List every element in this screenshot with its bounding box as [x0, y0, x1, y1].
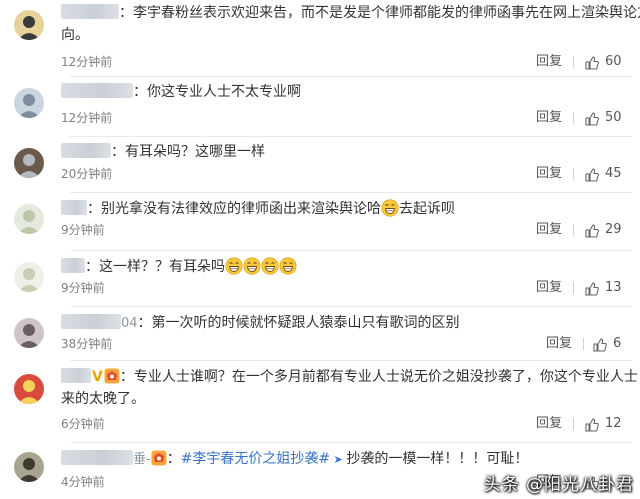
comment-divider [70, 306, 632, 307]
comment-text: 第一次听的时候就怀疑跟人猿泰山只有歌词的区别 [151, 315, 460, 331]
username-suffix[interactable]: 垂- [133, 452, 151, 467]
comment-text: 这一样？？有耳朵吗 [99, 259, 225, 275]
super-topic-badge-icon [151, 450, 167, 467]
action-divider [573, 282, 574, 294]
comment-text-tail: 去起诉呗 [399, 201, 455, 217]
thumbs-up-icon[interactable] [593, 337, 607, 352]
avatar[interactable] [14, 88, 44, 118]
like-count: 6 [613, 336, 622, 351]
username-link[interactable] [61, 83, 133, 98]
timestamp: 9分钟前 [61, 223, 105, 237]
comment-divider [70, 192, 632, 193]
avatar[interactable] [14, 262, 44, 292]
username-link[interactable] [61, 258, 85, 273]
super-topic-badge-icon: V [91, 368, 120, 385]
timestamp: 4分钟前 [61, 475, 105, 489]
action-divider [573, 112, 574, 124]
reply-button[interactable]: 回复 [536, 110, 562, 126]
username-link[interactable] [61, 143, 111, 158]
comment-text: 你这专业人士不太专业啊 [147, 84, 301, 100]
comment-line: ：你这专业人士不太专业啊 [61, 81, 620, 103]
grin-emoji-icon [381, 199, 399, 217]
comment-divider [70, 250, 632, 251]
comment-list: ：李宇春粉丝表示欢迎来告，而不是发是个律师都能发的律师函事先在网上渲染舆论方向。… [0, 0, 640, 499]
comment-line: ：有耳朵吗？这哪里一样 [61, 141, 620, 163]
reply-button[interactable]: 回复 [536, 280, 562, 296]
comment-text-continued: 向。 [61, 27, 89, 43]
username-link[interactable] [61, 314, 121, 329]
avatar[interactable] [14, 452, 44, 482]
timestamp: 12分钟前 [61, 111, 113, 125]
comment-line: 垂- ：#李宇春无价之姐抄袭# ➤ 抄袭的一模一样！！！可耻！ [61, 448, 620, 471]
reply-button[interactable]: 回复 [536, 166, 562, 182]
comment-line: ：李宇春粉丝表示欢迎来告，而不是发是个律师都能发的律师函事先在网上渲染舆论方 [61, 2, 640, 24]
grin-emoji-icon [261, 257, 279, 275]
reply-button[interactable]: 回复 [536, 222, 562, 238]
comment-text: 抄袭的一模一样！！！可耻！ [346, 451, 529, 467]
username-link[interactable] [61, 368, 91, 383]
username-link[interactable] [61, 450, 133, 465]
comment-text: 专业人士谁啊？在一个多月前都有专业人士说无价之姐没抄袭了，你这个专业人士 [133, 369, 638, 385]
like-count: 50 [605, 110, 622, 125]
action-divider [573, 56, 574, 68]
timestamp: 9分钟前 [61, 281, 105, 295]
comment-divider [70, 360, 632, 361]
action-divider [583, 338, 584, 350]
avatar[interactable] [14, 374, 44, 404]
comment-line: 04：第一次听的时候就怀疑跟人猿泰山只有歌词的区别 [61, 312, 620, 335]
avatar[interactable] [14, 204, 44, 234]
comment-divider [70, 136, 632, 137]
like-count: 13 [605, 280, 622, 295]
action-divider [573, 224, 574, 236]
avatar[interactable] [14, 318, 44, 348]
action-divider [573, 168, 574, 180]
thumbs-up-icon[interactable] [585, 417, 599, 432]
timestamp: 6分钟前 [61, 417, 105, 431]
like-count: 29 [605, 222, 622, 237]
username-link[interactable] [61, 200, 87, 215]
comment-text: 李宇春粉丝表示欢迎来告，而不是发是个律师都能发的律师函事先在网上渲染舆论方 [133, 5, 640, 21]
hashtag-link[interactable]: #李宇春无价之姐抄袭# [181, 451, 330, 467]
comment-text-continued: 来的太晚了。 [61, 391, 145, 407]
avatar[interactable] [14, 10, 44, 40]
comment-line: ：这一样？？有耳朵吗 [61, 256, 620, 278]
like-count: 45 [605, 166, 622, 181]
thumbs-up-icon[interactable] [585, 55, 599, 70]
comment-line: V ：专业人士谁啊？在一个多月前都有专业人士说无价之姐没抄袭了，你这个专业人士 [61, 366, 638, 388]
comment-divider [70, 442, 632, 443]
thumbs-up-icon[interactable] [585, 167, 599, 182]
arrow-icon: ➤ [330, 453, 347, 466]
thumbs-up-icon[interactable] [585, 111, 599, 126]
comment-divider [70, 76, 632, 77]
thumbs-up-icon[interactable] [585, 223, 599, 238]
like-count: 12 [605, 416, 622, 431]
avatar[interactable] [14, 148, 44, 178]
timestamp: 20分钟前 [61, 167, 113, 181]
grin-emoji-icon [279, 257, 297, 275]
reply-button[interactable]: 回复 [546, 336, 572, 352]
timestamp: 12分钟前 [61, 55, 113, 69]
thumbs-up-icon[interactable] [585, 281, 599, 296]
grin-emoji-icon [243, 257, 261, 275]
comment-text: 有耳朵吗？这哪里一样 [125, 144, 265, 160]
watermark: 头条 @阳光八卦君 [483, 475, 634, 495]
reply-button[interactable]: 回复 [536, 416, 562, 432]
action-divider [573, 418, 574, 430]
timestamp: 38分钟前 [61, 337, 113, 351]
grin-emoji-icon [225, 257, 243, 275]
username-link[interactable] [61, 4, 119, 19]
comment-text: 别光拿没有法律效应的律师函出来渲染舆论哈 [101, 201, 381, 217]
reply-button[interactable]: 回复 [536, 54, 562, 70]
comment-line: ：别光拿没有法律效应的律师函出来渲染舆论哈 去起诉呗 [61, 198, 620, 220]
username-suffix[interactable]: 04 [121, 316, 138, 331]
like-count: 60 [605, 54, 622, 69]
